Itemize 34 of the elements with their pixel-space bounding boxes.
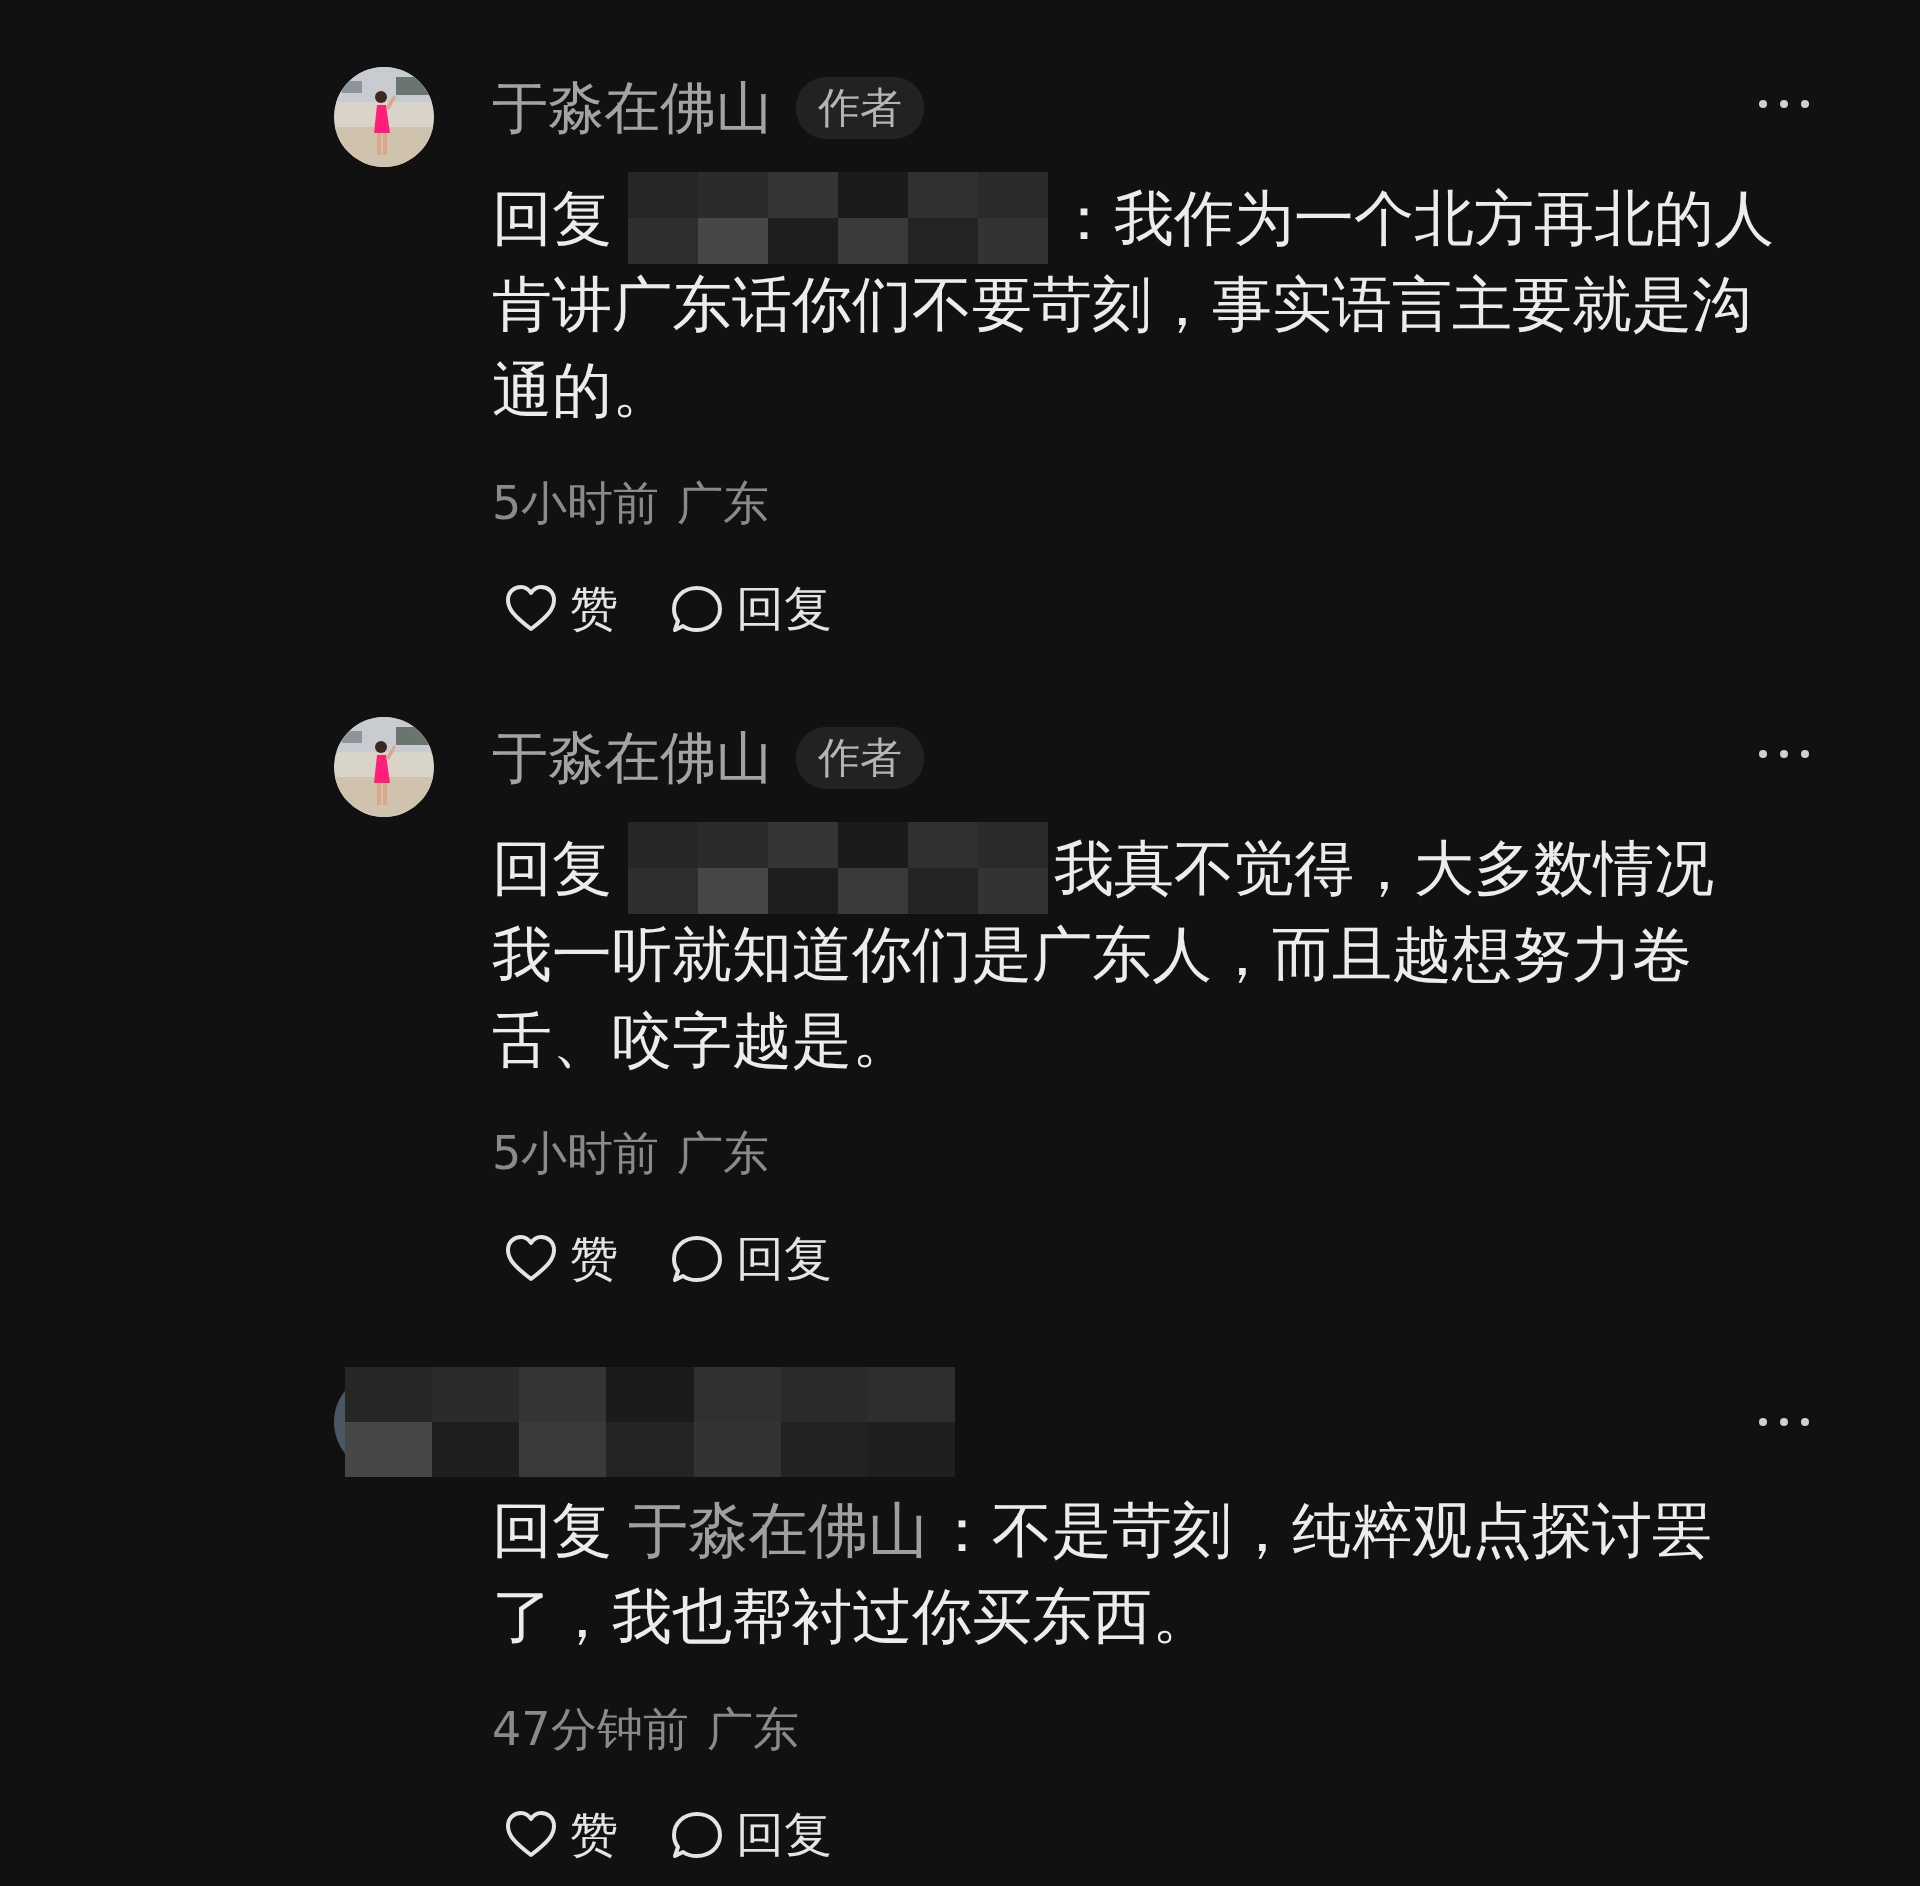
author-tag: 作者 xyxy=(796,76,924,140)
timestamp: 47分钟前 xyxy=(492,1702,689,1756)
reply-label: 回复 xyxy=(492,832,612,905)
more-icon[interactable] xyxy=(1756,97,1812,111)
more-icon[interactable] xyxy=(1756,1415,1812,1429)
speech-bubble-icon xyxy=(670,1809,724,1861)
comment-text: 通的。 xyxy=(492,354,672,427)
comment-text: 了，我也帮衬过你买东西。 xyxy=(492,1580,1212,1653)
timestamp: 5小时前 xyxy=(492,476,660,530)
author-tag: 作者 xyxy=(796,726,924,790)
location: 广东 xyxy=(706,1702,799,1756)
reply-label: 回复 xyxy=(492,182,612,255)
like-button[interactable]: 赞 xyxy=(504,580,618,638)
username[interactable]: 于淼在佛山 xyxy=(492,74,772,142)
username[interactable]: 于淼在佛山 xyxy=(492,724,772,792)
reply-button[interactable]: 回复 xyxy=(670,1230,832,1288)
reply-target-name[interactable]: 于淼在佛山 xyxy=(628,1487,928,1573)
comment-text: 我真不觉得，大多数情况 xyxy=(1054,832,1714,905)
comment-text: 舌、咬字越是。 xyxy=(492,1004,912,1077)
location: 广东 xyxy=(677,476,770,530)
speech-bubble-icon xyxy=(670,1233,724,1285)
comment-text: 我一听就知道你们是广东人，而且越想努力卷 xyxy=(492,918,1692,991)
more-icon[interactable] xyxy=(1756,747,1812,761)
like-button[interactable]: 赞 xyxy=(504,1230,618,1288)
reply-label: 回复 xyxy=(492,1494,612,1567)
like-button[interactable]: 赞 xyxy=(504,1806,618,1864)
location: 广东 xyxy=(677,1126,770,1180)
comment-text: 肯讲广东话你们不要苛刻，事实语言主要就是沟 xyxy=(492,268,1752,341)
speech-bubble-icon xyxy=(670,583,724,635)
comment-text: ：不是苛刻，纯粹观点探讨罢 xyxy=(932,1494,1712,1567)
timestamp: 5小时前 xyxy=(492,1126,660,1180)
reply-button[interactable]: 回复 xyxy=(670,580,832,638)
comment-text: ：我作为一个北方再北的人 xyxy=(1054,182,1774,255)
reply-button[interactable]: 回复 xyxy=(670,1806,832,1864)
